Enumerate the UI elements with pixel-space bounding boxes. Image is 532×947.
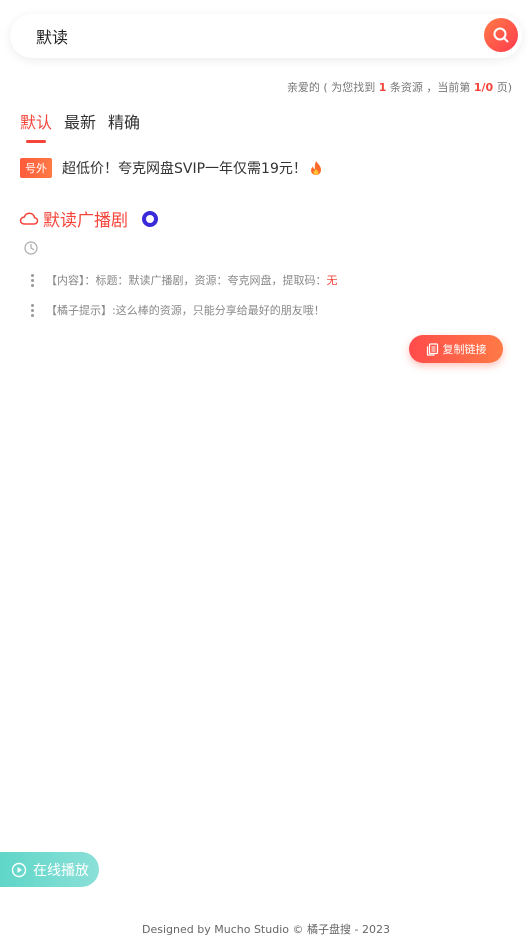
- fire-icon: [310, 161, 321, 175]
- search-bar: [10, 14, 522, 58]
- search-button[interactable]: [484, 18, 518, 52]
- resource-content: 【内容】：标题：默读广播剧，资源：夸克网盘，提取码：: [46, 274, 327, 287]
- page: 亲爱的 ( 为您找到 1 条资源 ，当前第 1/0 页) 默认 最新 精确 号外…: [0, 0, 532, 947]
- promo-text: 超低价！夸克网盘SVIP一年仅需19元！: [62, 161, 307, 177]
- copy-link-button[interactable]: 复制链接: [409, 335, 503, 363]
- tab-latest[interactable]: 最新: [64, 109, 96, 143]
- tab-default[interactable]: 默认: [20, 109, 52, 143]
- summary-prefix: 亲爱的 ( 为您找到: [286, 81, 379, 94]
- copy-link-label: 复制链接: [442, 343, 487, 356]
- online-play-button[interactable]: 在线播放: [0, 852, 99, 887]
- resource-title: 默读广播剧: [43, 211, 128, 231]
- promo-badge: 号外: [20, 158, 52, 178]
- search-icon: [493, 27, 509, 43]
- resource-tip: 【橘子提示】:这么棒的资源，只能分享给最好的朋友哦！: [46, 304, 325, 317]
- resource-title-row[interactable]: 默读广播剧: [19, 206, 158, 231]
- extraction-code: 无: [326, 274, 338, 287]
- tab-exact[interactable]: 精确: [108, 109, 140, 143]
- copy-icon: [426, 342, 438, 356]
- cloud-icon: [19, 211, 39, 225]
- online-play-label: 在线播放: [33, 862, 89, 879]
- clock-icon: [24, 241, 38, 255]
- promo-banner[interactable]: 号外 超低价！夸克网盘SVIP一年仅需19元！: [20, 158, 323, 178]
- summary-suffix: 页): [493, 81, 512, 94]
- search-input[interactable]: [36, 14, 456, 58]
- promo-text-wrap: 超低价！夸克网盘SVIP一年仅需19元！: [62, 158, 323, 178]
- more-dots-icon: [26, 273, 38, 287]
- resource-content-row: 【内容】：标题：默读广播剧，资源：夸克网盘，提取码：无: [26, 272, 338, 288]
- footer-credit: Designed by Mucho Studio © 橘子盘搜 - 2023: [142, 923, 390, 936]
- result-summary: 亲爱的 ( 为您找到 1 条资源 ，当前第 1/0 页): [287, 79, 512, 95]
- more-dots-icon: [26, 303, 38, 317]
- page-indicator: 1/0: [473, 81, 494, 94]
- sort-tabs: 默认 最新 精确: [20, 109, 140, 143]
- play-icon: [11, 862, 27, 877]
- resource-tip-row: 【橘子提示】:这么棒的资源，只能分享给最好的朋友哦！: [26, 302, 325, 318]
- status-indicator: [142, 210, 158, 227]
- summary-middle: 条资源 ，当前第: [386, 81, 474, 94]
